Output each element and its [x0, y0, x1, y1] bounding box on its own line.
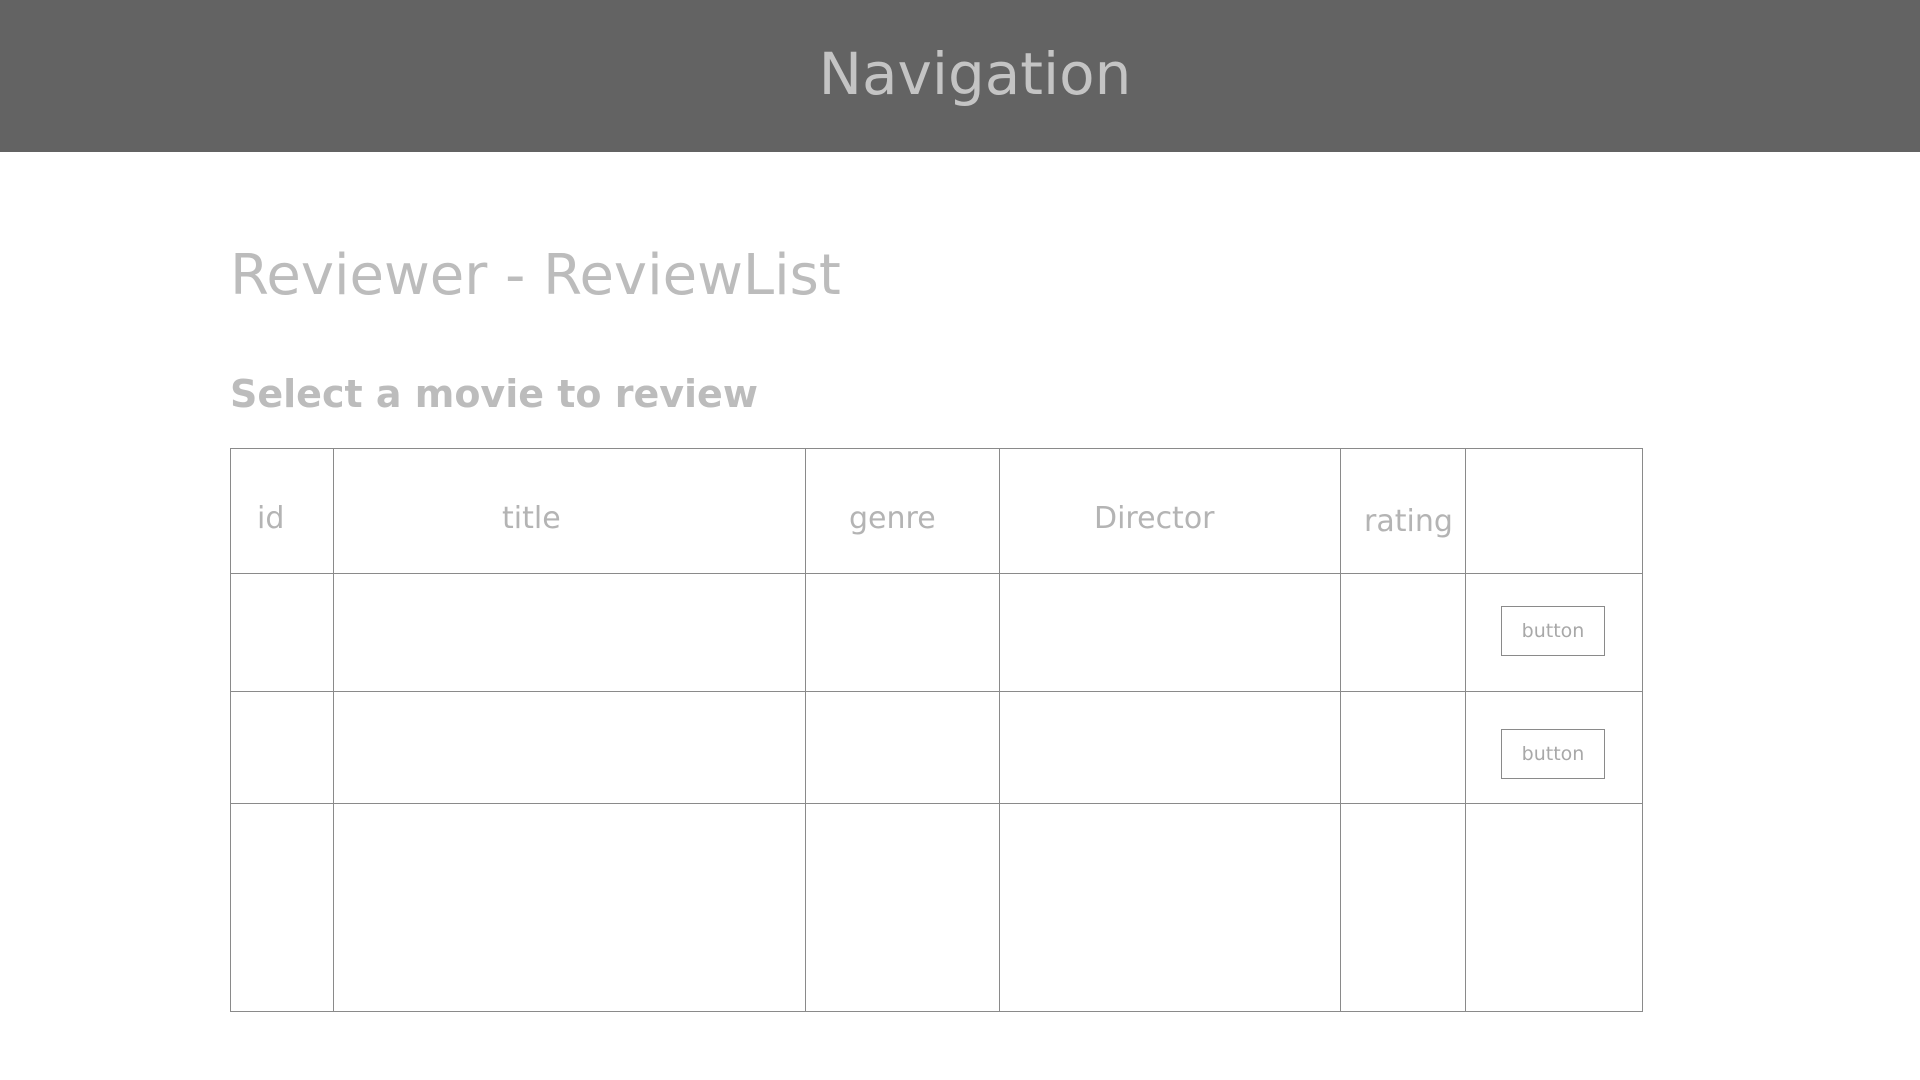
- column-divider: [1340, 449, 1341, 1011]
- column-divider: [999, 449, 1000, 1011]
- row-divider: [231, 803, 1642, 804]
- row-divider: [231, 573, 1642, 574]
- column-header-id: id: [257, 501, 285, 536]
- column-header-director: Director: [1094, 501, 1215, 536]
- movie-table: id title genre Director rating button bu…: [230, 448, 1643, 1012]
- column-header-genre: genre: [849, 501, 936, 536]
- navigation-title: Navigation: [818, 40, 1132, 108]
- page-title: Reviewer - ReviewList: [230, 243, 841, 308]
- column-header-title: title: [502, 501, 561, 536]
- navigation-bar: Navigation: [0, 0, 1920, 152]
- column-divider: [805, 449, 806, 1011]
- row-1-action-button[interactable]: button: [1501, 606, 1605, 656]
- page-subtitle: Select a movie to review: [230, 372, 758, 416]
- row-divider: [231, 691, 1642, 692]
- column-divider: [333, 449, 334, 1011]
- column-divider: [1465, 449, 1466, 1011]
- column-header-rating: rating: [1364, 504, 1453, 539]
- row-2-action-button[interactable]: button: [1501, 729, 1605, 779]
